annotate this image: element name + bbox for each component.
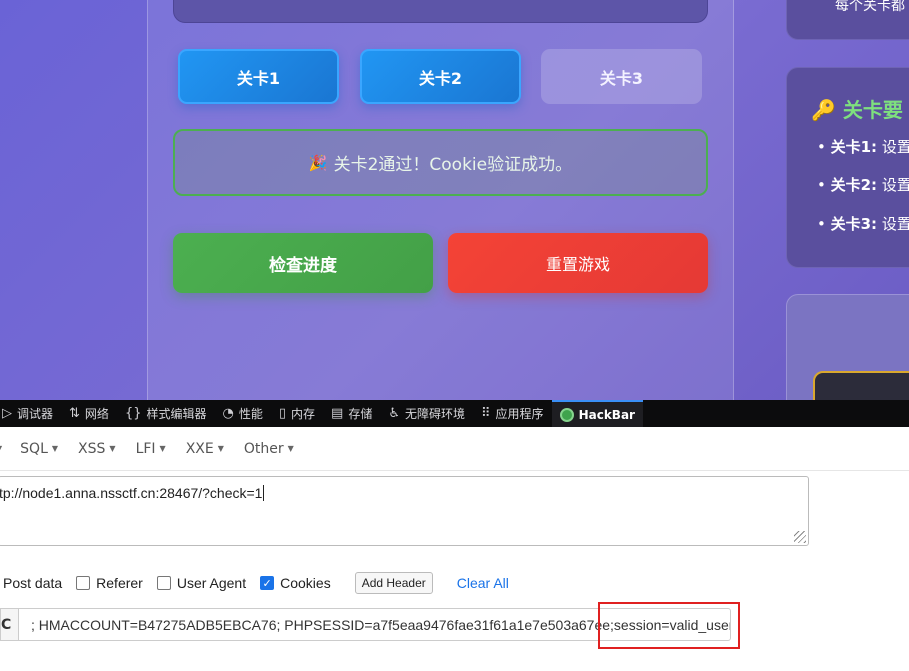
chevron-down-icon: ▼ (109, 444, 116, 453)
tab-accessibility[interactable]: ♿ 无障碍环境 (380, 400, 473, 427)
status-message-text: 关卡2通过！Cookie验证成功。 (333, 155, 573, 175)
text-cursor: ​ (263, 485, 265, 501)
cookies-input[interactable]: ; HMACCOUNT=B47275ADB5EBCA76; PHPSESSID=… (18, 608, 731, 641)
user-agent-option[interactable]: User Agent (156, 575, 246, 591)
hackbar-panel: ▼ SQL▼ XSS▼ LFI▼ XXE▼ Other▼ tp://node1.… (0, 427, 909, 671)
referer-option[interactable]: Referer (76, 575, 143, 591)
requirements-title: 🔑 关卡要 (811, 98, 903, 122)
party-popper-icon: 🎉 (308, 153, 328, 172)
cookies-label: C (0, 608, 18, 641)
style-editor-icon: {} (124, 406, 142, 421)
requirements-card: 🔑 关卡要 • 关卡1: 设置 • 关卡2: 设置 • 关卡3: 设置 (786, 67, 909, 268)
tab-hackbar[interactable]: HackBar (551, 400, 643, 427)
menu-sql[interactable]: SQL ▼ (20, 441, 58, 457)
devtools-tabbar: ▷ 调试器 ⇅ 网络 {} 样式编辑器 ◔ 性能 ▯ 内存 ▤ 存储 ♿ 无障碍环境 ⠿ 应用程… (0, 400, 909, 427)
cookies-checkbox[interactable]: ✓ (260, 576, 275, 590)
tab-performance[interactable]: ◔ 性能 (215, 400, 271, 427)
menu-other[interactable]: Other ▼ (244, 441, 294, 457)
hackbar-icon (559, 407, 574, 422)
chevron-down-icon: ▼ (159, 444, 166, 453)
menu-xss[interactable]: XSS ▼ (78, 441, 116, 457)
tab-storage[interactable]: ▤ 存储 (323, 400, 380, 427)
game-page: 关卡1 关卡2 关卡3 🎉 关卡2通过！Cookie验证成功。 检查进度 重置游… (0, 0, 909, 400)
level-3-button[interactable]: 关卡3 (541, 49, 702, 104)
hackbar-menubar: ▼ SQL▼ XSS▼ LFI▼ XXE▼ Other▼ (0, 427, 909, 471)
side-info-card: 每个关卡都 (786, 0, 909, 40)
resize-grip-icon[interactable] (794, 531, 806, 543)
side-info-text: 每个关卡都 (835, 0, 905, 14)
requirement-item: • 关卡3: 设置 (817, 215, 909, 233)
tab-memory[interactable]: ▯ 内存 (271, 400, 323, 427)
application-icon: ⠿ (481, 406, 491, 421)
url-textarea[interactable]: tp://node1.anna.nssctf.cn:28467/?check=1… (0, 476, 809, 546)
chevron-down-icon: ▼ (217, 444, 224, 453)
chevron-down-icon: ▼ (51, 444, 59, 453)
key-icon: 🔑 (811, 98, 836, 122)
tab-style-editor[interactable]: {} 样式编辑器 (117, 400, 215, 427)
chevron-down-icon: ▼ (0, 444, 2, 453)
referer-checkbox[interactable] (76, 576, 91, 590)
requirement-item: • 关卡2: 设置 (817, 176, 909, 194)
debugger-icon: ▷ (2, 406, 12, 421)
cookies-option[interactable]: ✓ Cookies (260, 575, 331, 591)
top-bar (173, 0, 708, 23)
chevron-down-icon: ▼ (287, 444, 294, 453)
menu-lfi[interactable]: LFI ▼ (136, 441, 166, 457)
tab-application[interactable]: ⠿ 应用程序 (473, 400, 552, 427)
level-2-button[interactable]: 关卡2 (360, 49, 521, 104)
accessibility-icon: ♿ (388, 406, 400, 421)
post-data-option[interactable]: Post data (3, 575, 62, 591)
user-agent-checkbox[interactable] (156, 576, 171, 590)
check-progress-button[interactable]: 检查进度 (173, 233, 433, 293)
level-1-button[interactable]: 关卡1 (178, 49, 339, 104)
menu-xxe[interactable]: XXE ▼ (186, 441, 224, 457)
add-header-button[interactable]: Add Header (354, 572, 433, 594)
clear-all-link[interactable]: Clear All (457, 575, 509, 591)
requirement-item: • 关卡1: 设置 (817, 138, 909, 156)
cookies-row: C ; HMACCOUNT=B47275ADB5EBCA76; PHPSESSI… (0, 608, 731, 641)
tab-debugger[interactable]: ▷ 调试器 (0, 400, 61, 427)
request-options: Post data Referer User Agent ✓ Cookies A… (0, 571, 509, 595)
side-card-bottom (786, 294, 909, 400)
tab-network[interactable]: ⇅ 网络 (61, 400, 117, 427)
status-message: 🎉 关卡2通过！Cookie验证成功。 (173, 129, 708, 196)
menu-prev-dropdown[interactable]: ▼ (0, 444, 2, 453)
url-text: tp://node1.anna.nssctf.cn:28467/?check=1 (0, 485, 263, 501)
network-icon: ⇅ (69, 406, 80, 421)
memory-icon: ▯ (278, 406, 287, 421)
side-card-inner (813, 371, 909, 400)
reset-game-button[interactable]: 重置游戏 (448, 233, 708, 293)
storage-icon: ▤ (331, 406, 344, 421)
performance-icon: ◔ (222, 406, 234, 421)
